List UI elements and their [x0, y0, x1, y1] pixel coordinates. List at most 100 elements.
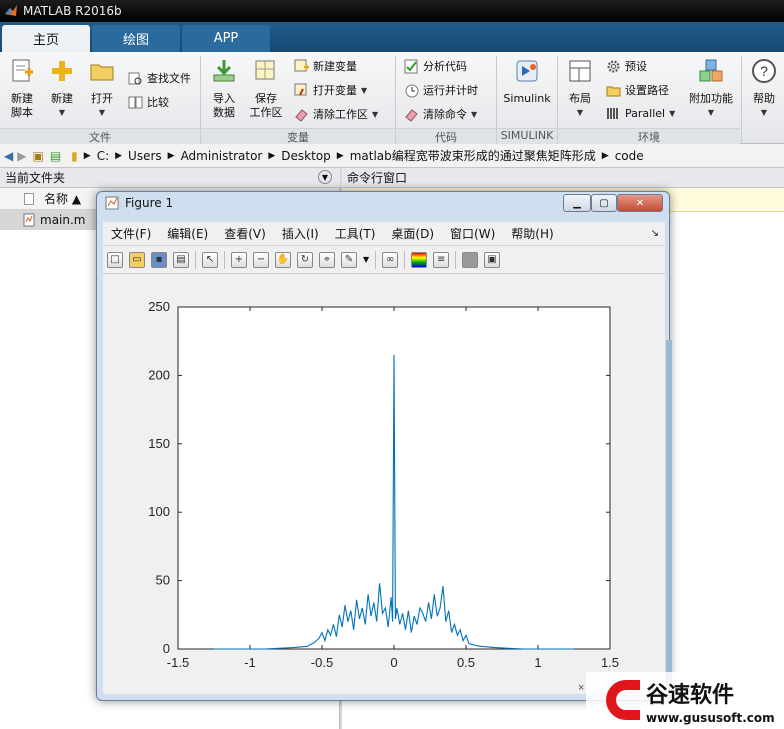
compare-label: 比较	[147, 96, 169, 109]
run-time-icon	[405, 84, 419, 97]
new-variable-button[interactable]: 新建变量	[294, 58, 357, 74]
zoom-out-icon[interactable]: −	[253, 251, 269, 268]
new-figure-icon[interactable]: □	[107, 251, 123, 268]
forward-arrow-icon[interactable]: ▶	[17, 149, 26, 163]
simulink-button[interactable]: Simulink	[502, 58, 552, 106]
m-file-icon	[23, 213, 35, 227]
layout-icon	[569, 60, 591, 82]
tab-home[interactable]: 主页	[2, 25, 90, 52]
pointer-icon[interactable]: ↖	[202, 251, 218, 268]
help-button[interactable]: ? 帮助 ▼	[748, 58, 780, 120]
legend-icon[interactable]: ≡	[433, 251, 450, 268]
chevron-down-icon: ▼	[372, 109, 379, 119]
toolbar-divider	[375, 250, 377, 269]
breadcrumb-sep-icon: ▶	[268, 150, 276, 161]
menu-file[interactable]: 文件(F)	[103, 225, 159, 242]
maximize-button[interactable]: ▢	[591, 194, 617, 212]
clear-workspace-button[interactable]: 清除工作区 ▼	[294, 106, 378, 122]
data-cursor-icon[interactable]: ⌖	[319, 251, 335, 268]
browse-folder-icon[interactable]: ▤	[50, 149, 61, 163]
find-files-button[interactable]: 查找文件	[128, 70, 191, 86]
breadcrumb-drive[interactable]: C:	[97, 149, 109, 163]
compare-icon	[128, 96, 143, 108]
menu-desktop[interactable]: 桌面(D)	[383, 225, 442, 242]
show-plot-tools-icon[interactable]: ▣	[484, 251, 501, 268]
chevron-down-icon: ▼	[760, 108, 768, 117]
open-variable-button[interactable]: 打开变量 ▼	[294, 82, 367, 98]
folder-icon	[606, 86, 621, 96]
new-variable-icon	[294, 59, 309, 71]
minimize-button[interactable]: ▁	[563, 194, 591, 212]
link-plot-icon[interactable]: ∞	[382, 251, 399, 268]
clear-commands-button[interactable]: 清除命令 ▼	[404, 106, 477, 122]
print-icon[interactable]: ▤	[173, 251, 189, 268]
colorbar-icon[interactable]	[411, 251, 428, 268]
zoom-in-icon[interactable]: +	[231, 251, 247, 268]
save-icon[interactable]: ▪	[151, 251, 167, 268]
back-arrow-icon[interactable]: ◀	[4, 149, 13, 163]
close-button[interactable]: ✕	[617, 194, 663, 212]
plus-icon	[52, 61, 72, 81]
parallel-icon	[607, 108, 618, 119]
line-chart: -1.5 -1 -0.5 0 0.5 1 1.5 0 50 100 150 200 250 ×	[148, 299, 619, 694]
figure-icon	[105, 196, 119, 210]
checkbox-icon[interactable]	[24, 192, 34, 205]
menu-help[interactable]: 帮助(H)	[503, 225, 561, 242]
menubar-arrow-icon[interactable]: ↘	[651, 228, 659, 239]
command-window-title: 命令行窗口	[347, 171, 408, 185]
hide-plot-tools-icon[interactable]	[462, 251, 479, 268]
open-button[interactable]: 打开 ▼	[86, 58, 118, 120]
compare-button[interactable]: 比较	[128, 94, 169, 110]
x-exponent-label: ×	[578, 682, 584, 694]
menu-window[interactable]: 窗口(W)	[442, 225, 503, 242]
rotate-3d-icon[interactable]: ↻	[297, 251, 313, 268]
pan-hand-icon[interactable]: ✋	[275, 251, 291, 268]
menu-edit[interactable]: 编辑(E)	[159, 225, 216, 242]
breadcrumb-code[interactable]: code	[615, 149, 644, 163]
chevron-down-icon: ▼	[471, 109, 478, 119]
save-workspace-label: 保存 工作区	[249, 92, 283, 119]
breadcrumb-administrator[interactable]: Administrator	[181, 149, 263, 163]
breadcrumb-desktop[interactable]: Desktop	[281, 149, 331, 163]
address-bar: ◀ ▶ ▣ ▤ ▮ ▶ C: ▶ Users ▶ Administrator ▶…	[0, 144, 784, 168]
import-data-label: 导入 数据	[213, 92, 235, 119]
breadcrumb-users[interactable]: Users	[128, 149, 162, 163]
figure-menubar: 文件(F) 编辑(E) 查看(V) 插入(I) 工具(T) 桌面(D) 窗口(W…	[103, 222, 665, 246]
file-name: main.m	[40, 213, 86, 227]
breadcrumb-project[interactable]: matlab编程宽带波束形成的通过聚焦矩阵形成	[350, 147, 596, 164]
panel-menu-icon[interactable]: ▼	[318, 170, 332, 184]
x-tick-label: -0.5	[311, 655, 333, 670]
tab-plots[interactable]: 绘图	[92, 25, 180, 52]
menu-insert[interactable]: 插入(I)	[274, 225, 327, 242]
figure-titlebar: Figure 1	[105, 196, 173, 210]
figure-window[interactable]: Figure 1 ▁ ▢ ✕ 文件(F) 编辑(E) 查看(V) 插入(I) 工…	[96, 191, 670, 701]
addons-button[interactable]: 附加功能 ▼	[686, 58, 736, 120]
column-name[interactable]: 名称 ▲	[44, 190, 81, 207]
menu-tools[interactable]: 工具(T)	[327, 225, 384, 242]
set-path-button[interactable]: 设置路径	[606, 82, 669, 98]
save-workspace-button[interactable]: 保存 工作区	[246, 58, 286, 120]
new-script-icon	[12, 59, 33, 82]
chevron-down-icon: ▼	[707, 108, 715, 117]
simulink-icon	[516, 60, 538, 82]
parallel-button[interactable]: Parallel ▼	[606, 106, 675, 121]
open-file-icon[interactable]: ▭	[129, 251, 145, 268]
import-data-button[interactable]: 导入 数据	[206, 58, 242, 120]
brush-icon[interactable]: ✎	[341, 251, 357, 268]
menu-view[interactable]: 查看(V)	[216, 225, 274, 242]
command-window-header: 命令行窗口	[342, 168, 784, 188]
layout-button[interactable]: 布局 ▼	[564, 58, 596, 120]
set-path-label: 设置路径	[625, 84, 669, 97]
watermark-logo: 谷速软件 www.gususoft.com	[586, 672, 784, 729]
new-script-button[interactable]: 新建 脚本	[6, 58, 38, 120]
svg-text:www.gususoft.com: www.gususoft.com	[646, 711, 775, 725]
preferences-button[interactable]: 预设	[606, 58, 647, 74]
run-and-time-button[interactable]: 运行并计时	[404, 82, 478, 98]
new-button[interactable]: 新建 ▼	[46, 58, 78, 120]
tab-apps[interactable]: APP	[182, 25, 270, 52]
analyze-code-button[interactable]: 分析代码	[404, 58, 467, 74]
up-folder-icon[interactable]: ▣	[32, 149, 43, 163]
chevron-down-icon[interactable]: ▼	[363, 255, 369, 264]
command-window-scrollbar[interactable]	[666, 340, 672, 700]
find-files-label: 查找文件	[147, 72, 191, 85]
